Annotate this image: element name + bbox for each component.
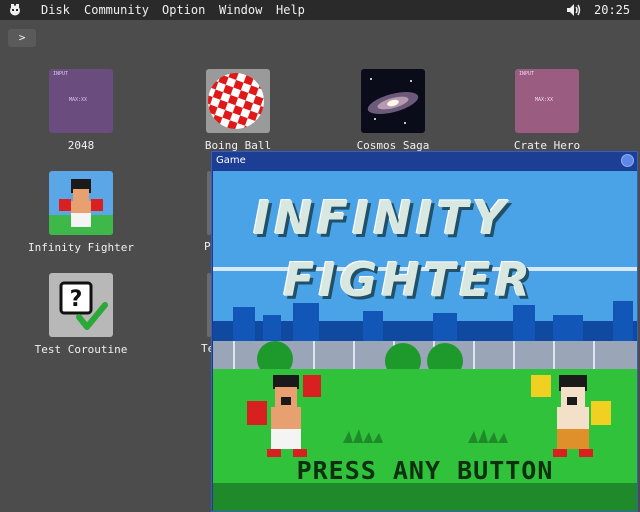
fighter-left-sprite bbox=[247, 375, 321, 457]
desktop-icon-cosmos-saga[interactable]: Cosmos Saga bbox=[338, 69, 448, 152]
2048-app-icon: INPUT MAX:XX bbox=[49, 69, 113, 133]
grass-tuft bbox=[468, 429, 508, 443]
menu-bar: Disk Community Option Window Help 20:25 bbox=[0, 0, 640, 20]
press-any-button-prompt: PRESS ANY BUTTON bbox=[296, 456, 554, 485]
city-skyline bbox=[213, 301, 637, 341]
icon-label: Test Coroutine bbox=[34, 343, 128, 356]
icon-label: Infinity Fighter bbox=[28, 241, 134, 254]
volume-icon[interactable] bbox=[566, 3, 582, 17]
fighter-icon bbox=[49, 171, 113, 235]
menu-community[interactable]: Community bbox=[84, 0, 149, 20]
grass-border bbox=[213, 483, 637, 511]
window-title: Game bbox=[216, 155, 246, 166]
game-logo-line1: INFINITY bbox=[253, 191, 510, 245]
menu-option[interactable]: Option bbox=[162, 0, 205, 20]
icon-label: 2048 bbox=[67, 139, 95, 152]
hidden-icon-label: P bbox=[204, 240, 211, 253]
window-close-button[interactable] bbox=[621, 154, 634, 167]
icon-caption-mid: MAX:XX bbox=[69, 97, 88, 103]
question-check-icon: ? bbox=[49, 273, 113, 337]
desktop-icon-boing-ball[interactable]: Boing Ball bbox=[183, 69, 293, 152]
desktop-icon-test-coroutine[interactable]: ? Test Coroutine bbox=[26, 273, 136, 356]
fighter-right-sprite bbox=[531, 375, 611, 457]
galaxy-icon bbox=[361, 69, 425, 133]
svg-text:?: ? bbox=[70, 287, 83, 312]
game-canvas[interactable]: INFINITY FIGHTER PRESS ANY BUTTON bbox=[213, 171, 637, 511]
game-window[interactable]: Game INFINITY FIGHTER PRESS ANY BUTTON bbox=[211, 151, 638, 512]
boing-ball-icon bbox=[206, 69, 270, 133]
crate-hero-icon: INPUT MAX:XX bbox=[515, 69, 579, 133]
icon-caption-mid: MAX:XX bbox=[535, 97, 554, 103]
clock: 20:25 bbox=[594, 3, 631, 17]
game-logo-line2: FIGHTER bbox=[283, 253, 535, 307]
icon-caption-top: INPUT bbox=[519, 71, 535, 77]
expand-button[interactable]: > bbox=[8, 29, 36, 47]
window-titlebar[interactable]: Game bbox=[212, 152, 637, 170]
icon-caption-top: INPUT bbox=[53, 71, 69, 77]
grass-tuft bbox=[343, 429, 383, 443]
menu-window[interactable]: Window bbox=[219, 0, 262, 20]
desktop-icon-2048[interactable]: INPUT MAX:XX 2048 bbox=[26, 69, 136, 152]
desktop-icon-infinity-fighter[interactable]: Infinity Fighter bbox=[26, 171, 136, 254]
desktop-icon-crate-hero[interactable]: INPUT MAX:XX Crate Hero bbox=[492, 69, 602, 152]
menu-help[interactable]: Help bbox=[276, 0, 305, 20]
menu-disk[interactable]: Disk bbox=[41, 0, 70, 20]
system-logo-icon[interactable] bbox=[8, 3, 22, 17]
